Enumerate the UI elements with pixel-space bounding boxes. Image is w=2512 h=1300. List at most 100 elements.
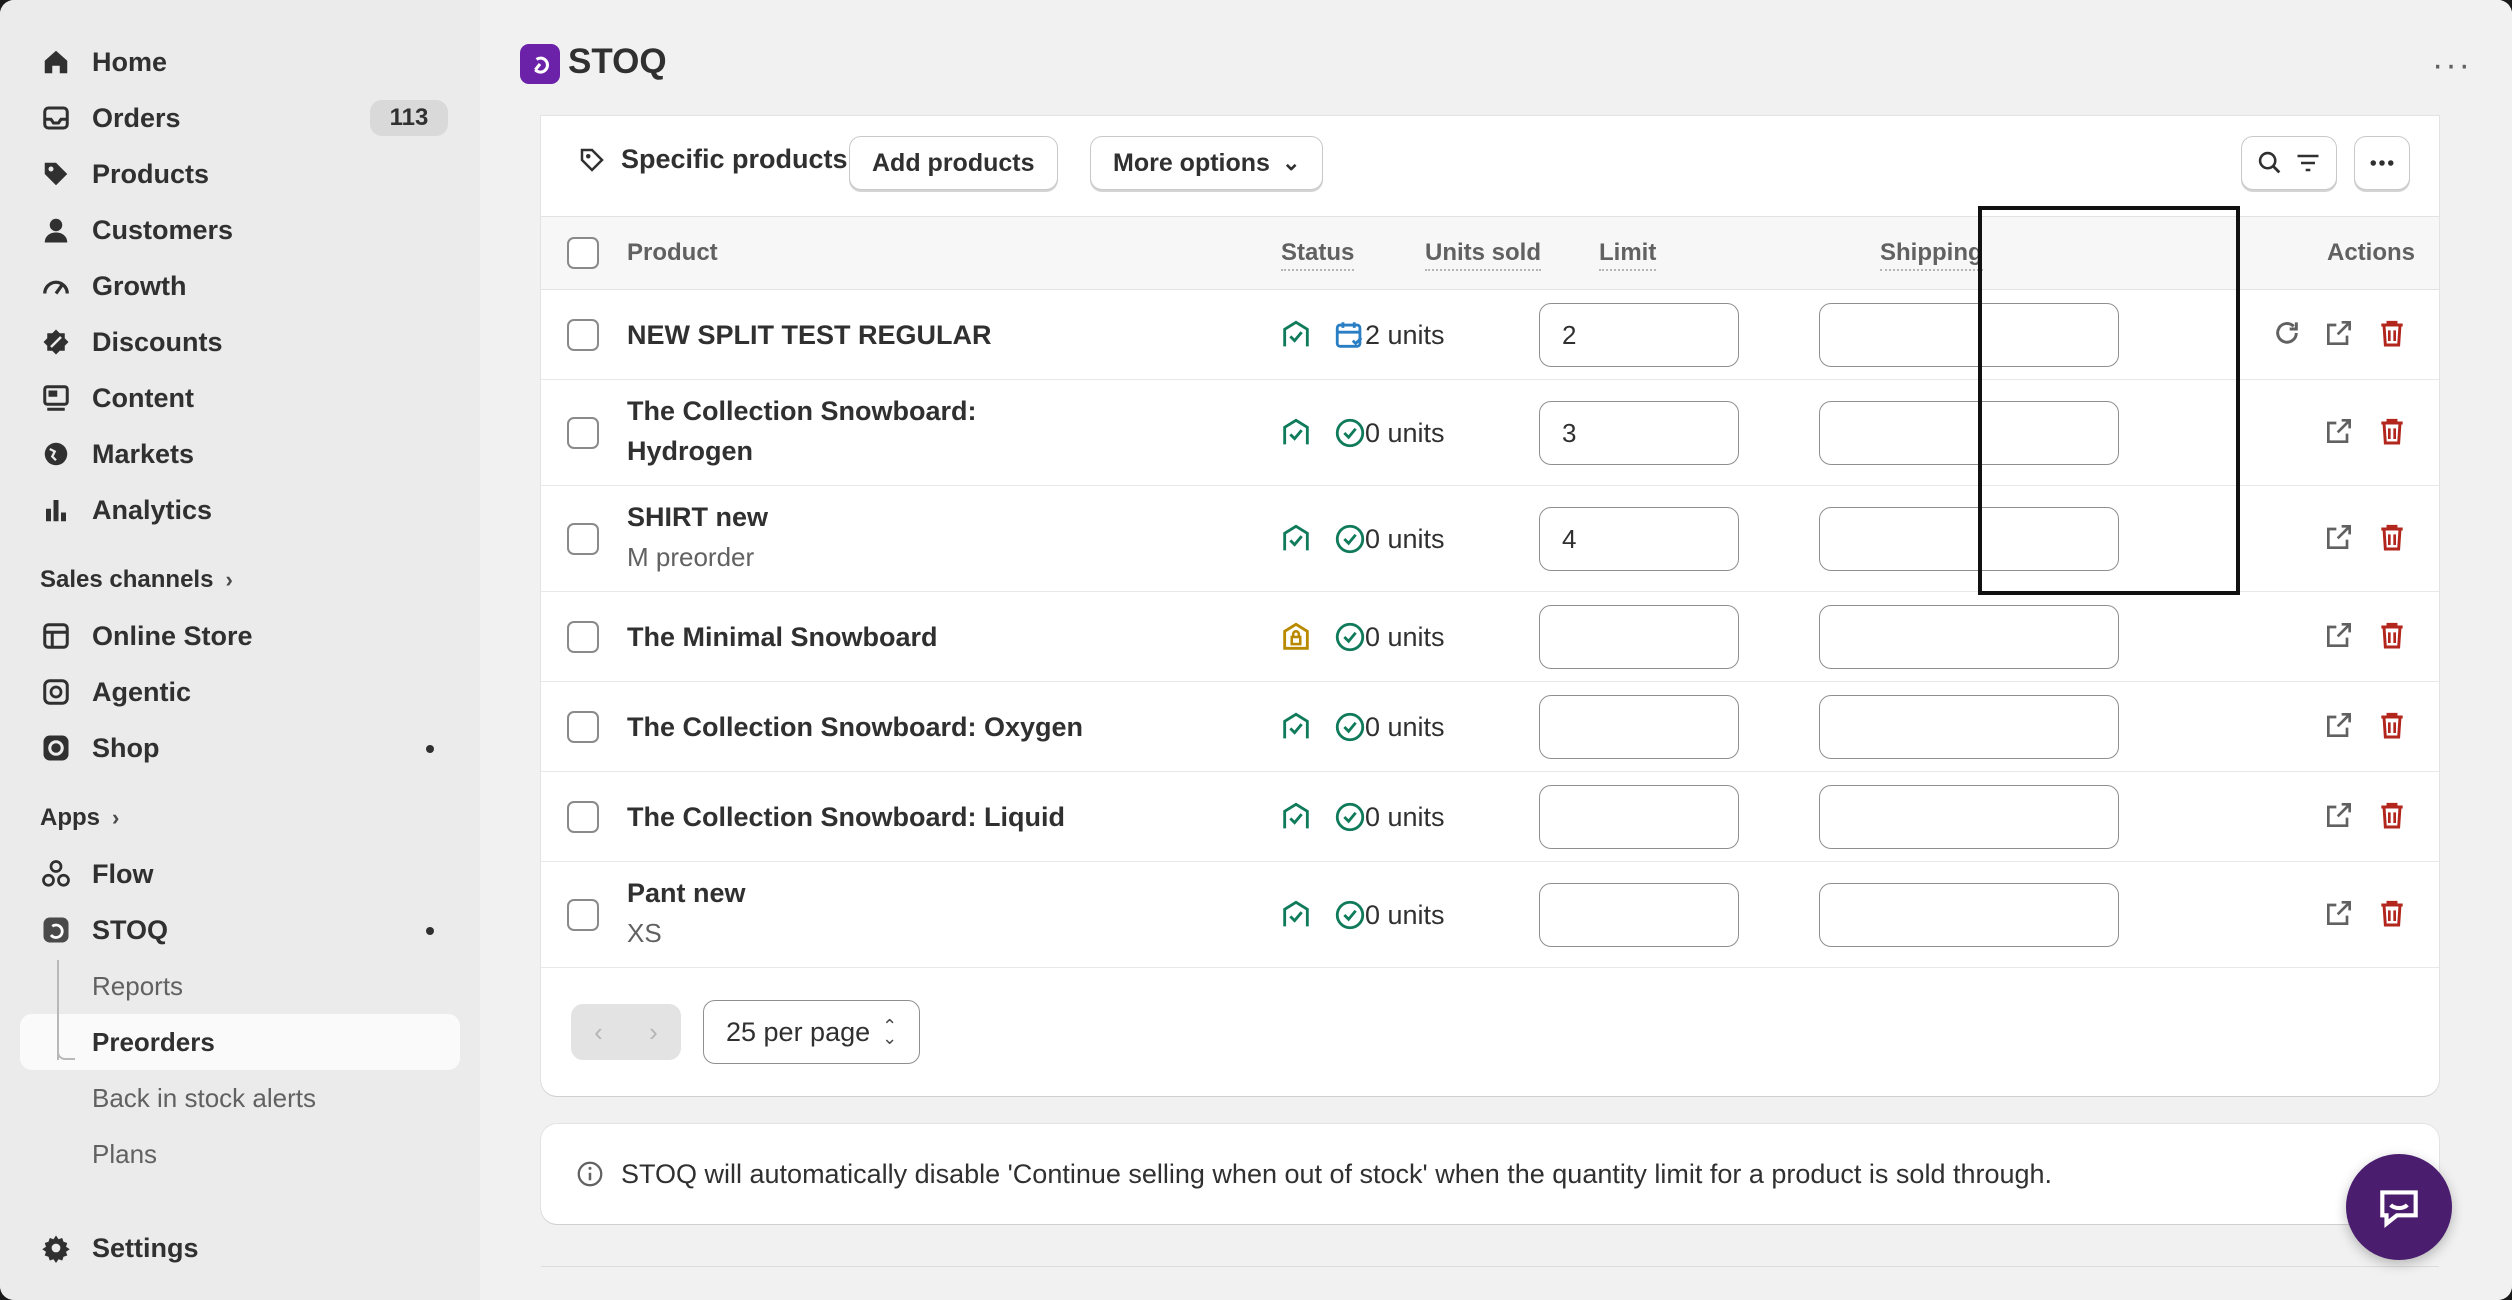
- product-name[interactable]: The Collection Snowboard:: [627, 391, 977, 431]
- more-horizontal-icon[interactable]: ···: [2432, 46, 2472, 85]
- sidebar-item-settings[interactable]: Settings: [20, 1220, 460, 1276]
- sidebar-item-products[interactable]: Products: [20, 146, 460, 202]
- table-row[interactable]: The Minimal Snowboard 0 units: [541, 592, 2439, 682]
- row-checkbox[interactable]: [567, 621, 599, 653]
- more-horizontal-icon: [2370, 160, 2394, 166]
- check-circle-icon: [1333, 522, 1367, 556]
- table-row[interactable]: The Collection Snowboard: Liquid 0 units: [541, 772, 2439, 862]
- sales-channels-label: Sales channels: [40, 566, 214, 593]
- sidebar-item-home[interactable]: Home: [20, 34, 460, 90]
- tree-elbow: [57, 1040, 75, 1060]
- discount-icon: [40, 326, 72, 358]
- limit-input[interactable]: [1539, 883, 1739, 947]
- sidebar-item-flow[interactable]: Flow: [20, 846, 460, 902]
- limit-input[interactable]: 2: [1539, 303, 1739, 367]
- orders-count-badge: 113: [370, 100, 448, 136]
- chevron-down-icon: ⌄: [1281, 150, 1301, 175]
- sidebar-item-markets[interactable]: Markets: [20, 426, 460, 482]
- delete-icon[interactable]: [2376, 897, 2408, 929]
- product-name[interactable]: SHIRT new: [627, 497, 768, 537]
- external-link-icon[interactable]: [2323, 317, 2355, 349]
- row-checkbox[interactable]: [567, 899, 599, 931]
- table-row[interactable]: Pant new XS 0 units: [541, 862, 2439, 968]
- product-active-icon: [1279, 800, 1313, 834]
- search-filter-button[interactable]: [2241, 136, 2337, 190]
- sidebar-item-analytics[interactable]: Analytics: [20, 482, 460, 538]
- sidebar-subitem-plans[interactable]: Plans: [20, 1126, 460, 1182]
- content-icon: [40, 382, 72, 414]
- apps-label: Apps: [40, 804, 100, 831]
- shipping-input[interactable]: [1819, 695, 2119, 759]
- external-link-icon[interactable]: [2323, 415, 2355, 447]
- external-link-icon[interactable]: [2323, 799, 2355, 831]
- calendar-check-icon: [1333, 318, 1367, 352]
- product-name[interactable]: The Collection Snowboard: Oxygen: [627, 707, 1083, 747]
- sidebar-subitem-reports[interactable]: Reports: [20, 958, 460, 1014]
- sidebar-item-discounts[interactable]: Discounts: [20, 314, 460, 370]
- apps-header[interactable]: Apps ›: [20, 790, 460, 846]
- limit-input[interactable]: [1539, 695, 1739, 759]
- add-products-button[interactable]: Add products: [849, 136, 1058, 190]
- refresh-icon[interactable]: [2271, 317, 2303, 349]
- row-checkbox[interactable]: [567, 801, 599, 833]
- column-units-sold: Units sold: [1425, 239, 1542, 271]
- product-name[interactable]: The Minimal Snowboard: [627, 617, 938, 657]
- delete-icon[interactable]: [2376, 709, 2408, 741]
- sidebar-item-customers[interactable]: Customers: [20, 202, 460, 258]
- row-checkbox[interactable]: [567, 711, 599, 743]
- product-name[interactable]: The Collection Snowboard: Liquid: [627, 797, 1065, 837]
- row-checkbox[interactable]: [567, 417, 599, 449]
- sales-channels-header[interactable]: Sales channels ›: [20, 552, 460, 608]
- shipping-input[interactable]: [1819, 785, 2119, 849]
- external-link-icon[interactable]: [2323, 619, 2355, 651]
- globe-icon: [40, 438, 72, 470]
- per-page-label: 25 per page: [726, 1016, 871, 1047]
- external-link-icon[interactable]: [2323, 709, 2355, 741]
- limit-input[interactable]: [1539, 785, 1739, 849]
- sidebar-subitem-preorders[interactable]: Preorders: [20, 1014, 460, 1070]
- more-options-button[interactable]: More options ⌄: [1090, 136, 1324, 190]
- column-product[interactable]: Product: [627, 239, 718, 267]
- sidebar-item-label: Products: [92, 158, 210, 189]
- delete-icon[interactable]: [2376, 619, 2408, 651]
- row-checkbox[interactable]: [567, 523, 599, 555]
- product-name[interactable]: Pant new: [627, 873, 746, 913]
- product-active-icon: [1279, 898, 1313, 932]
- delete-icon[interactable]: [2376, 317, 2408, 349]
- row-checkbox[interactable]: [567, 319, 599, 351]
- product-name[interactable]: NEW SPLIT TEST REGULAR: [627, 315, 992, 355]
- product-name-line2[interactable]: Hydrogen: [627, 431, 753, 471]
- sidebar-item-shop[interactable]: Shop: [20, 720, 460, 776]
- sidebar-item-orders[interactable]: Orders 113: [20, 90, 460, 146]
- limit-input[interactable]: 4: [1539, 507, 1739, 571]
- column-actions: Actions: [2327, 239, 2416, 266]
- delete-icon[interactable]: [2376, 521, 2408, 553]
- external-link-icon[interactable]: [2323, 897, 2355, 929]
- info-banner: STOQ will automatically disable 'Continu…: [541, 1124, 2439, 1224]
- limit-column-highlight: [1978, 206, 2240, 595]
- shipping-input[interactable]: [1819, 605, 2119, 669]
- delete-icon[interactable]: [2376, 415, 2408, 447]
- external-link-icon[interactable]: [2323, 521, 2355, 553]
- inbox-icon: [40, 102, 72, 134]
- table-row[interactable]: The Collection Snowboard: Oxygen 0 units: [541, 682, 2439, 772]
- select-all-checkbox[interactable]: [567, 237, 599, 269]
- sidebar-subitem-back-in-stock[interactable]: Back in stock alerts: [20, 1070, 460, 1126]
- limit-input[interactable]: [1539, 605, 1739, 669]
- sidebar-item-online-store[interactable]: Online Store: [20, 608, 460, 664]
- sidebar-item-content[interactable]: Content: [20, 370, 460, 426]
- chevron-right-icon[interactable]: ›: [649, 1017, 658, 1048]
- chat-icon: [2380, 1190, 2418, 1229]
- lock-status-icon: [1279, 620, 1313, 654]
- chevron-left-icon[interactable]: ‹: [594, 1017, 603, 1048]
- notification-dot: [426, 745, 434, 753]
- sidebar-item-stoq[interactable]: STOQ: [20, 902, 460, 958]
- shipping-input[interactable]: [1819, 883, 2119, 947]
- sidebar-item-agentic[interactable]: Agentic: [20, 664, 460, 720]
- limit-input[interactable]: 3: [1539, 401, 1739, 465]
- more-actions-button[interactable]: [2354, 136, 2410, 190]
- delete-icon[interactable]: [2376, 799, 2408, 831]
- sidebar-item-growth[interactable]: Growth: [20, 258, 460, 314]
- per-page-select[interactable]: 25 per page ⌃ ⌄: [703, 1000, 921, 1064]
- chat-button[interactable]: [2346, 1154, 2452, 1260]
